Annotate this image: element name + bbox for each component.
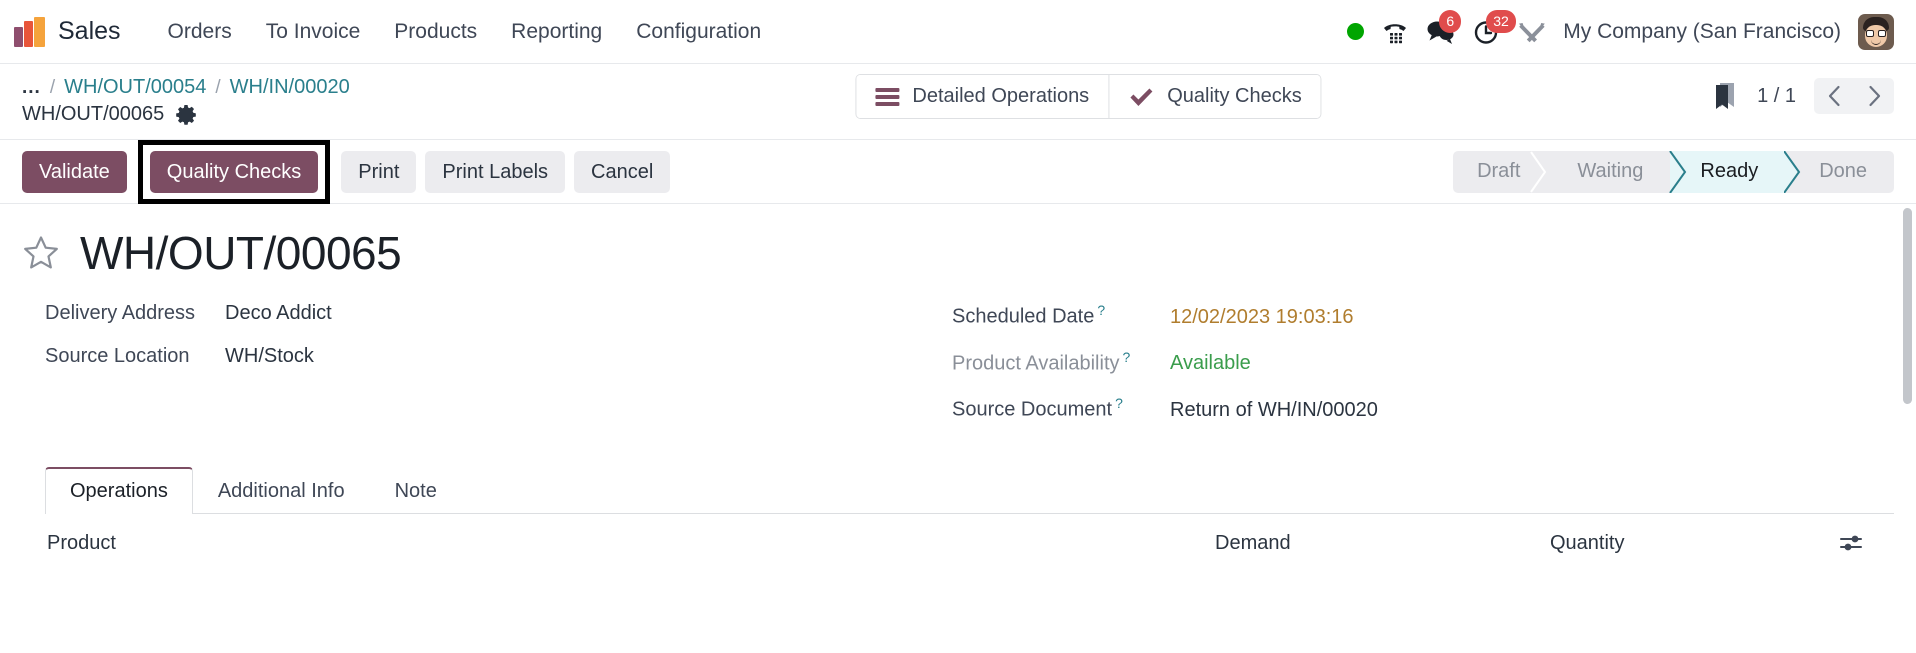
field-delivery-address-label: Delivery Address [45, 302, 196, 324]
chevron-left-icon [1828, 85, 1840, 107]
messages-icon[interactable]: 6 [1426, 9, 1462, 45]
breadcrumb-overflow-dots[interactable]: ... [22, 77, 41, 99]
list-lines-icon [875, 87, 900, 106]
field-scheduled-date-value[interactable]: 12/02/2023 19:03:16 [1170, 306, 1354, 329]
status-stage-draft-label: Draft [1477, 160, 1521, 182]
help-tooltip-icon[interactable]: ? [1097, 302, 1105, 318]
column-header-quantity: Quantity [1550, 531, 1625, 554]
print-button[interactable]: Print [341, 150, 417, 193]
gear-icon[interactable] [175, 104, 197, 126]
field-product-availability-value: Available [1170, 352, 1251, 375]
sales-app-logo[interactable] [14, 16, 48, 47]
smart-button-group: Detailed Operations Quality Checks [855, 74, 1322, 119]
field-scheduled-date: Scheduled Date? 12/02/2023 19:03:16 [952, 302, 1894, 329]
status-stage-waiting[interactable]: Waiting [1547, 151, 1670, 193]
control-panel-pager: 1 / 1 [1713, 72, 1894, 114]
help-tooltip-icon[interactable]: ? [1115, 395, 1123, 411]
form-column-left: Delivery Address Deco Addict Source Loca… [22, 302, 952, 442]
field-delivery-address: Delivery Address Deco Addict [45, 302, 952, 325]
bookmark-icon[interactable] [1713, 81, 1739, 111]
navbar-systray: 6 32 My Company (San Francisco) [1347, 9, 1894, 50]
favorite-star-icon[interactable] [22, 234, 60, 272]
check-icon [1128, 86, 1154, 108]
top-navbar: Sales Orders To Invoice Products Reporti… [0, 0, 1916, 64]
messages-count-badge: 6 [1439, 9, 1462, 33]
notebook: Operations Additional Info Note Product … [22, 466, 1894, 569]
cancel-button[interactable]: Cancel [574, 150, 671, 193]
field-source-document: Source Document? Return of WH/IN/00020 [952, 395, 1894, 422]
field-product-availability-label: Product Availability? [952, 348, 1131, 375]
action-buttons: Validate Quality Checks Print Print Labe… [22, 139, 671, 204]
status-stage-ready[interactable]: Ready [1669, 150, 1801, 193]
user-avatar[interactable] [1858, 13, 1894, 50]
online-status-dot[interactable] [1347, 23, 1365, 40]
column-header-product: Product [47, 531, 116, 554]
status-stage-done[interactable]: Done [1785, 151, 1894, 193]
control-panel: ... / WH/OUT/00054 / WH/IN/00020 WH/OUT/… [0, 64, 1916, 140]
vertical-scrollbar[interactable] [1903, 204, 1914, 651]
form-column-right: Scheduled Date? 12/02/2023 19:03:16 Prod… [952, 302, 1894, 442]
tab-additional-info[interactable]: Additional Info [193, 467, 370, 514]
pager-previous-button[interactable] [1814, 78, 1854, 114]
breadcrumb-separator: / [49, 76, 56, 98]
action-button-bar: Validate Quality Checks Print Print Labe… [0, 139, 1916, 204]
field-scheduled-date-label: Scheduled Date? [952, 302, 1106, 328]
pager-buttons [1814, 78, 1894, 114]
field-product-availability: Product Availability? Available [952, 349, 1894, 376]
field-source-location-value[interactable]: WH/Stock [225, 345, 314, 368]
nav-item-products[interactable]: Products [377, 14, 494, 50]
status-pipeline: Draft Waiting Ready Done [1453, 150, 1894, 193]
company-switcher[interactable]: My Company (San Francisco) [1563, 20, 1841, 44]
chevron-right-icon [1868, 85, 1880, 107]
nav-item-configuration[interactable]: Configuration [619, 14, 778, 50]
nav-item-to-invoice[interactable]: To Invoice [249, 14, 378, 50]
phone-dialpad-icon[interactable] [1381, 19, 1409, 45]
form-fields: Delivery Address Deco Addict Source Loca… [22, 302, 1894, 442]
print-labels-button[interactable]: Print Labels [425, 150, 566, 193]
activities-count-badge: 32 [1486, 9, 1516, 33]
pager-next-button[interactable] [1854, 78, 1894, 114]
field-source-document-label: Source Document? [952, 395, 1123, 421]
quality-checks-button[interactable]: Quality Checks [149, 150, 319, 193]
nav-item-orders[interactable]: Orders [151, 14, 249, 50]
detailed-operations-label: Detailed Operations [912, 85, 1090, 107]
field-source-location: Source Location WH/Stock [45, 345, 952, 368]
breadcrumb-current-record: WH/OUT/00065 [22, 103, 165, 125]
status-stage-ready-label: Ready [1700, 160, 1759, 182]
record-title-row: WH/OUT/00065 [22, 226, 1894, 280]
breadcrumb-separator: / [215, 76, 221, 98]
column-header-demand: Demand [1215, 531, 1291, 554]
field-source-document-value[interactable]: Return of WH/IN/00020 [1170, 399, 1378, 422]
clock-activity-icon[interactable]: 32 [1473, 9, 1516, 45]
app-brand-sales[interactable]: Sales [58, 17, 121, 46]
nav-item-reporting[interactable]: Reporting [494, 14, 619, 50]
quality-checks-smart-label: Quality Checks [1167, 85, 1302, 107]
sliders-optional-columns-icon[interactable] [1832, 532, 1872, 554]
breadcrumb-link-wh-out-00054[interactable]: WH/OUT/00054 [64, 76, 206, 99]
field-delivery-address-value[interactable]: Deco Addict [225, 302, 332, 325]
tools-debug-icon[interactable] [1518, 19, 1546, 45]
status-stage-done-label: Done [1819, 160, 1867, 182]
validate-button[interactable]: Validate [22, 150, 127, 193]
detailed-operations-button[interactable]: Detailed Operations [856, 75, 1109, 118]
status-stage-draft[interactable]: Draft [1453, 150, 1547, 193]
help-tooltip-icon[interactable]: ? [1123, 349, 1131, 365]
tab-operations[interactable]: Operations [45, 466, 193, 514]
status-stage-waiting-label: Waiting [1577, 160, 1644, 182]
field-source-location-label: Source Location [45, 345, 190, 367]
quality-checks-smart-button[interactable]: Quality Checks [1108, 75, 1321, 118]
form-sheet: WH/OUT/00065 Delivery Address Deco Addic… [0, 204, 1916, 651]
operations-list-header: Product Demand Quantity [45, 514, 1872, 569]
breadcrumb-link-wh-in-00020[interactable]: WH/IN/00020 [230, 76, 350, 99]
breadcrumb: ... / WH/OUT/00054 / WH/IN/00020 WH/OUT/… [22, 72, 350, 126]
page-title: WH/OUT/00065 [80, 227, 402, 279]
quality-checks-highlight-box: Quality Checks [137, 139, 331, 204]
notebook-tabs: Operations Additional Info Note [45, 466, 1894, 514]
pager-value[interactable]: 1 / 1 [1757, 85, 1796, 108]
tab-note[interactable]: Note [370, 467, 462, 514]
scrollbar-thumb[interactable] [1903, 208, 1912, 404]
